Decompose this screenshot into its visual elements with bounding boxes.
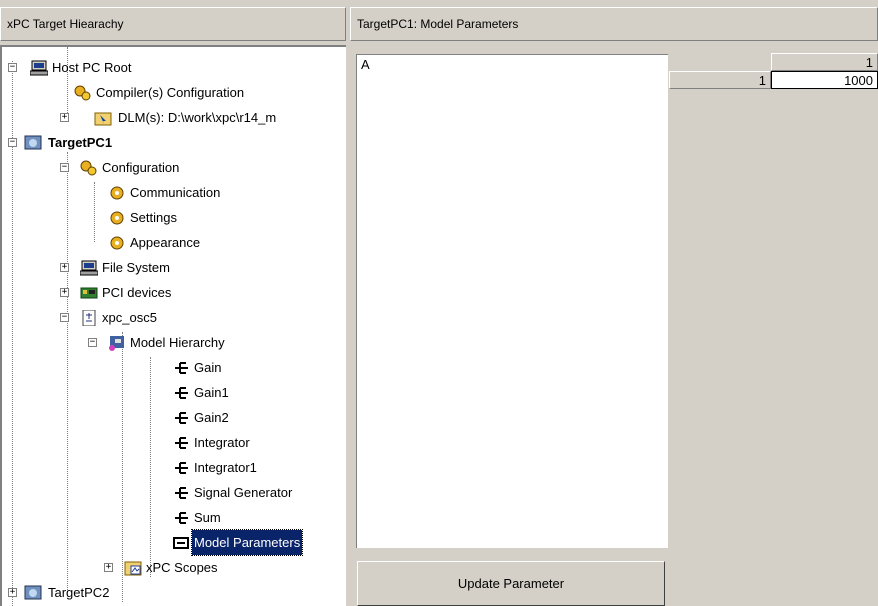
tree-connector	[122, 332, 123, 602]
parameter-list[interactable]: A	[356, 54, 668, 548]
tree-connector	[150, 357, 151, 577]
target-pc-icon	[24, 584, 42, 600]
grid-column-header: 1	[771, 53, 878, 71]
block-icon	[172, 434, 190, 450]
computer-icon	[79, 259, 99, 276]
parameter-item[interactable]: A	[357, 55, 668, 75]
gears-icon	[80, 159, 98, 176]
tree-connector	[67, 152, 68, 592]
collapse-icon[interactable]: −	[60, 313, 69, 322]
pci-card-icon	[80, 284, 98, 300]
scope-folder-icon	[124, 559, 142, 576]
folder-cursor-icon	[94, 109, 112, 126]
document-icon	[80, 309, 98, 327]
tree-panel-title: xPC Target Hiearachy	[7, 17, 124, 31]
expand-icon[interactable]: +	[8, 588, 17, 597]
params-panel-title: TargetPC1: Model Parameters	[357, 17, 519, 31]
gear-icon	[108, 184, 126, 200]
model-hierarchy-icon	[108, 334, 126, 351]
target-pc-icon	[24, 134, 42, 150]
block-icon	[172, 359, 190, 375]
collapse-icon[interactable]: −	[8, 138, 17, 147]
tree-panel-header: xPC Target Hiearachy	[0, 7, 346, 41]
collapse-icon[interactable]: −	[60, 163, 69, 172]
tree-connector	[94, 182, 95, 242]
params-panel-header: TargetPC1: Model Parameters	[350, 7, 878, 41]
grid-value-cell[interactable]: 1000	[771, 71, 878, 89]
block-icon	[172, 384, 190, 400]
collapse-icon[interactable]: −	[8, 63, 17, 72]
computer-icon	[29, 59, 49, 76]
gear-icon	[108, 209, 126, 225]
block-icon	[172, 484, 190, 500]
expand-icon[interactable]: +	[60, 288, 69, 297]
parameter-grid[interactable]: 1 1 1000	[669, 53, 878, 606]
parameters-icon	[172, 534, 190, 550]
block-icon	[172, 459, 190, 475]
update-parameter-button[interactable]: Update Parameter	[357, 561, 665, 606]
collapse-icon[interactable]: −	[88, 338, 97, 347]
target-hierarchy-tree[interactable]: − Host PC Root Compiler(s) Configuration…	[0, 45, 346, 606]
block-icon	[172, 409, 190, 425]
gears-icon	[74, 84, 92, 101]
block-icon	[172, 509, 190, 525]
expand-icon[interactable]: +	[60, 113, 69, 122]
grid-row-header: 1	[669, 71, 771, 89]
expand-icon[interactable]: +	[60, 263, 69, 272]
expand-icon[interactable]: +	[104, 563, 113, 572]
gear-icon	[108, 234, 126, 250]
